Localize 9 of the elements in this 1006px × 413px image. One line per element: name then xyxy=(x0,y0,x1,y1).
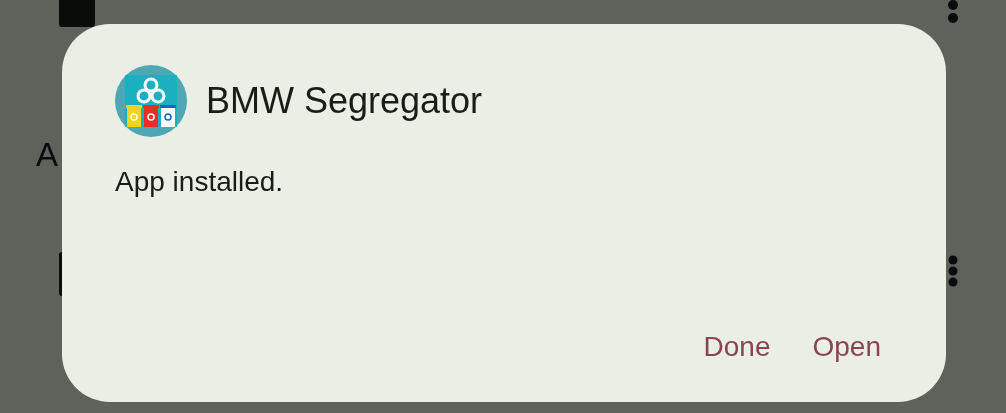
section-heading: A xyxy=(36,138,58,171)
dialog-button[interactable]: Open xyxy=(800,320,893,374)
more-icon[interactable] xyxy=(947,0,959,24)
file-icon xyxy=(59,0,95,27)
app-name: BMW Segregator xyxy=(206,79,483,123)
more-icon[interactable] xyxy=(947,255,959,287)
app-icon xyxy=(115,65,187,137)
dialog-message: App installed. xyxy=(115,165,285,199)
dialog-button[interactable]: Done xyxy=(691,320,783,374)
